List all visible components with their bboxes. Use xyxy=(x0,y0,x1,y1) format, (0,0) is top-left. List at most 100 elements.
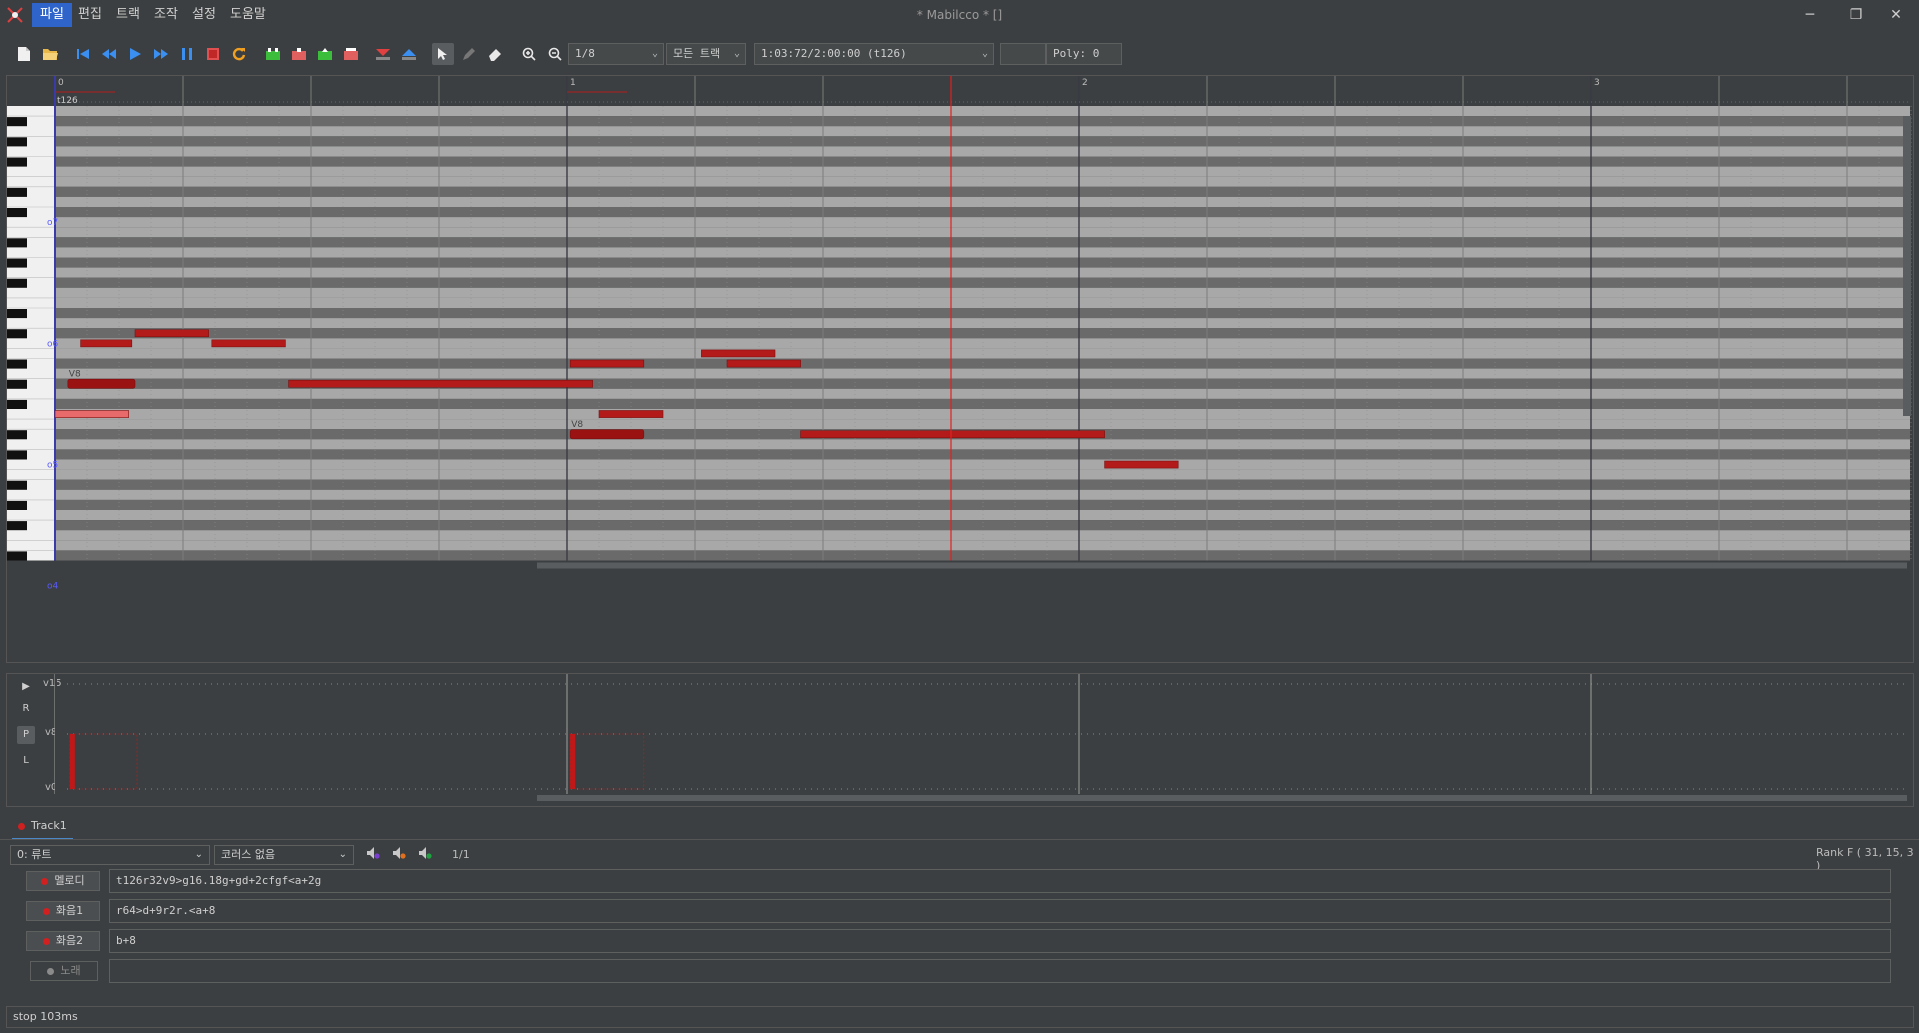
melody-mml-input[interactable]: t126r32v9>g16.18g+gd+2cfgf<a+2g xyxy=(109,869,1891,893)
black-key[interactable] xyxy=(7,329,27,339)
note[interactable] xyxy=(67,378,136,389)
position-select[interactable]: 1:03:72/2:00:00 (t126) ⌄ xyxy=(754,43,994,65)
black-key[interactable] xyxy=(7,399,27,409)
horizontal-scrollbar[interactable] xyxy=(537,795,1907,801)
pitch-row xyxy=(55,308,1910,319)
black-key[interactable] xyxy=(7,137,27,147)
pause-icon[interactable] xyxy=(176,43,198,65)
vertical-scrollbar[interactable] xyxy=(1903,116,1911,416)
pencil-tool-icon[interactable] xyxy=(458,43,480,65)
black-key[interactable] xyxy=(7,278,27,288)
chord1-part-button[interactable]: 화음1 xyxy=(26,901,100,921)
chord1-part-label: 화음1 xyxy=(55,904,84,917)
black-key[interactable] xyxy=(7,238,27,248)
song-mml-input[interactable] xyxy=(109,959,1891,983)
chord-speaker-icon[interactable] xyxy=(392,846,406,863)
black-key[interactable] xyxy=(7,500,27,510)
black-key[interactable] xyxy=(7,450,27,460)
song-part-button[interactable]: 노래 xyxy=(30,961,98,981)
chord1-mml-input[interactable]: r64>d+9r2r.<a+8 xyxy=(109,899,1891,923)
eraser-tool-icon[interactable] xyxy=(484,43,506,65)
note[interactable] xyxy=(726,359,801,368)
pitch-row xyxy=(55,530,1910,541)
note-length-select[interactable]: 1/8 ⌄ xyxy=(568,43,664,65)
track-delete-icon[interactable] xyxy=(340,43,362,65)
menu-edit[interactable]: 편집 xyxy=(70,3,110,27)
open-folder-icon[interactable] xyxy=(39,43,61,65)
pitch-row xyxy=(55,207,1910,218)
pitch-row xyxy=(55,227,1910,238)
horizontal-scrollbar[interactable] xyxy=(537,562,1907,569)
menu-settings[interactable]: 설정 xyxy=(184,3,224,27)
note[interactable] xyxy=(569,359,645,368)
black-key[interactable] xyxy=(7,430,27,440)
velocity-bar[interactable] xyxy=(570,734,576,789)
track-color-dot xyxy=(18,822,25,830)
note[interactable] xyxy=(211,339,286,348)
piano-roll[interactable]: 0 1 2 3 t126 o7 o6 o5 o4 V8 V8 xyxy=(7,76,1913,662)
menu-track[interactable]: 트랙 xyxy=(108,3,148,27)
track-add-icon[interactable] xyxy=(262,43,284,65)
skip-to-start-icon[interactable] xyxy=(72,43,94,65)
play-icon[interactable] xyxy=(124,43,146,65)
minimize-button[interactable]: ─ xyxy=(1790,2,1830,28)
menu-help[interactable]: 도움말 xyxy=(222,3,274,27)
stop-icon[interactable] xyxy=(202,43,224,65)
note[interactable] xyxy=(1104,460,1179,469)
octave-label: o5 xyxy=(47,461,58,471)
black-key[interactable] xyxy=(7,157,27,167)
chord2-part-button[interactable]: 화음2 xyxy=(26,931,100,951)
chord2-mml-input[interactable]: b+8 xyxy=(109,929,1891,953)
black-key[interactable] xyxy=(7,117,27,127)
track-filter-select[interactable]: 모든 트랙 ⌄ xyxy=(666,43,746,65)
song-speaker-icon[interactable] xyxy=(418,846,432,863)
pointer-tool-icon[interactable] xyxy=(432,43,454,65)
marker-blue-icon[interactable] xyxy=(398,43,420,65)
tab-track1[interactable]: Track1 xyxy=(12,814,73,840)
black-key[interactable] xyxy=(7,208,27,218)
black-key[interactable] xyxy=(7,521,27,531)
black-key[interactable] xyxy=(7,359,27,369)
pitch-row xyxy=(55,550,1910,561)
melody-part-button[interactable]: 멜로디 xyxy=(26,871,100,891)
rewind-icon[interactable] xyxy=(98,43,120,65)
note[interactable] xyxy=(134,329,209,338)
velocity-editor[interactable] xyxy=(7,674,1913,806)
pitch-row xyxy=(55,176,1910,187)
menu-file[interactable]: 파일 xyxy=(32,3,72,27)
zoom-out-icon[interactable] xyxy=(544,43,566,65)
track-remove-icon[interactable] xyxy=(288,43,310,65)
note[interactable] xyxy=(288,379,593,388)
note[interactable] xyxy=(569,429,645,440)
pitch-row xyxy=(55,368,1910,379)
loop-icon[interactable] xyxy=(228,43,250,65)
black-key[interactable] xyxy=(7,551,27,561)
pitch-row xyxy=(55,106,1910,117)
black-key[interactable] xyxy=(7,309,27,319)
black-key[interactable] xyxy=(7,480,27,490)
zoom-in-icon[interactable] xyxy=(518,43,540,65)
close-button[interactable]: ✕ xyxy=(1876,2,1916,28)
note[interactable] xyxy=(800,430,1105,439)
new-file-icon[interactable] xyxy=(13,43,35,65)
menu-operation[interactable]: 조작 xyxy=(146,3,186,27)
black-key[interactable] xyxy=(7,258,27,268)
maximize-button[interactable]: ❐ xyxy=(1836,2,1876,28)
note[interactable] xyxy=(54,410,129,418)
instrument-select[interactable]: 0: 류트 ⌄ xyxy=(10,845,210,865)
note[interactable] xyxy=(80,339,133,348)
marker-red-icon[interactable] xyxy=(372,43,394,65)
blank-input[interactable] xyxy=(1000,43,1046,65)
note[interactable] xyxy=(701,349,776,358)
black-key[interactable] xyxy=(7,187,27,197)
fast-forward-icon[interactable] xyxy=(150,43,172,65)
black-key[interactable] xyxy=(7,379,27,389)
velocity-bar[interactable] xyxy=(69,734,75,789)
poly-counter: Poly: 0 xyxy=(1046,43,1122,65)
chorus-select[interactable]: 코러스 없음 ⌄ xyxy=(214,845,354,865)
timeline-ruler[interactable] xyxy=(55,76,1910,106)
track-insert-icon[interactable] xyxy=(314,43,336,65)
pitch-row xyxy=(55,510,1910,521)
melody-speaker-icon[interactable] xyxy=(366,846,380,863)
note[interactable] xyxy=(598,410,664,418)
